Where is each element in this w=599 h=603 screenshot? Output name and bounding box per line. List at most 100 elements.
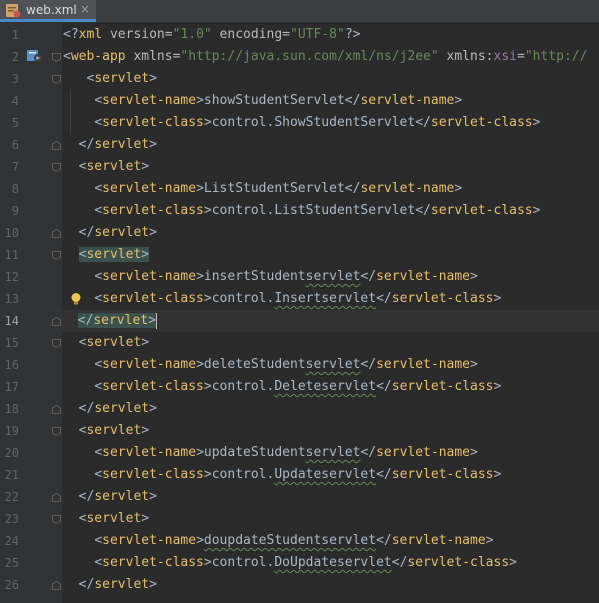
code-token: < — [94, 181, 103, 196]
code-token: > — [141, 247, 150, 262]
code-token: servlet-class — [430, 203, 533, 218]
code-token: < — [94, 533, 103, 548]
code-line[interactable]: <servlet-name>deleteStudentservlet</serv… — [63, 354, 478, 376]
fold-marker-icon[interactable] — [52, 53, 61, 62]
code-content: <servlet> — [78, 247, 150, 262]
code-line[interactable]: </servlet> — [63, 574, 157, 596]
fold-marker-icon[interactable] — [52, 317, 61, 326]
code-line[interactable]: <servlet> — [63, 244, 150, 266]
code-line[interactable]: <servlet-name>insertStudentservlet</serv… — [63, 266, 478, 288]
code-content: <servlet-name>insertStudentservlet</serv… — [94, 269, 478, 284]
close-icon[interactable]: × — [80, 2, 90, 16]
fold-marker-icon[interactable] — [52, 339, 61, 348]
code-line[interactable]: </servlet> — [62, 310, 599, 332]
line-number: 9 — [11, 204, 19, 218]
code-line[interactable]: <servlet> — [63, 508, 149, 530]
code-content: <servlet-name>updateStudentservlet</serv… — [94, 445, 478, 460]
code-line[interactable]: <servlet-class>control.Insertservlet</se… — [63, 288, 501, 310]
code-content: </servlet> — [79, 225, 157, 240]
fold-marker-icon[interactable] — [52, 581, 61, 590]
code-line[interactable]: <servlet> — [63, 156, 149, 178]
fold-marker-icon[interactable] — [52, 493, 61, 502]
code-token: servlet — [94, 225, 150, 240]
code-token: servlet-name — [391, 533, 486, 548]
text-caret — [155, 312, 157, 329]
code-token: DoUpdateservlet — [274, 555, 392, 570]
code-content: <web-app xmlns="http://java.sun.com/xml/… — [63, 49, 587, 64]
line-number: 19 — [4, 424, 19, 438]
code-token: Deleteservlet — [274, 379, 377, 394]
code-token: servlet-name — [102, 93, 197, 108]
code-token: servlet-class — [102, 115, 204, 130]
tab-web-xml[interactable]: web.xml × — [0, 0, 96, 22]
fold-marker-icon[interactable] — [52, 427, 61, 436]
code-token: servlet-name — [376, 269, 471, 284]
code-token: > — [509, 555, 517, 570]
indent-guide — [70, 90, 71, 134]
intention-bulb-icon[interactable] — [70, 292, 82, 306]
code-line[interactable]: <?xml version="1.0" encoding="UTF-8"?> — [63, 24, 360, 46]
code-content: <servlet-class>control.Updateservlet</se… — [94, 467, 501, 482]
code-line[interactable]: <servlet-name>ListStudentServlet</servle… — [63, 178, 462, 200]
code-token: servlet — [86, 335, 142, 350]
code-content: </servlet> — [77, 313, 156, 328]
code-line[interactable]: <servlet-class>control.Deleteservlet</se… — [63, 376, 501, 398]
code-content: <servlet> — [79, 511, 149, 526]
code-token: servlet-class — [391, 379, 494, 394]
line-number: 4 — [11, 94, 19, 108]
code-token: xsi — [493, 49, 517, 64]
code-content: <servlet-class>control.Deleteservlet</se… — [94, 379, 501, 394]
fold-marker-icon[interactable] — [52, 229, 61, 238]
web-xml-run-icon[interactable] — [27, 49, 43, 63]
code-token: < — [94, 269, 103, 284]
code-line[interactable]: <servlet-class>control.ShowStudentServle… — [63, 112, 540, 134]
code-token: >insertStudent — [196, 269, 306, 284]
code-line[interactable]: <servlet> — [63, 332, 149, 354]
code-line[interactable]: <servlet-class>control.Updateservlet</se… — [63, 464, 501, 486]
code-line[interactable]: <servlet-class>control.DoUpdateservlet</… — [63, 552, 517, 574]
code-token: servlet — [86, 423, 142, 438]
code-line[interactable]: <web-app xmlns="http://java.sun.com/xml/… — [63, 46, 587, 68]
code-line[interactable]: <servlet> — [63, 68, 156, 90]
code-token: servlet-class — [102, 467, 204, 482]
code-content: <servlet-class>control.Insertservlet</se… — [94, 291, 501, 306]
fold-marker-icon[interactable] — [52, 141, 61, 150]
code-token: servlet — [94, 401, 150, 416]
code-line[interactable]: <servlet-class>control.ListStudentServle… — [63, 200, 540, 222]
code-line[interactable]: <servlet-name>showStudentServlet</servle… — [63, 90, 462, 112]
fold-marker-icon[interactable] — [52, 515, 61, 524]
code-line[interactable]: </servlet> — [63, 134, 157, 156]
code-token: >control. — [203, 291, 275, 306]
code-line[interactable]: </servlet> — [63, 486, 157, 508]
code-token: servlet-class — [102, 379, 204, 394]
line-number: 16 — [4, 358, 19, 372]
code-token: > — [470, 269, 478, 284]
code-token: servlet-name — [102, 181, 197, 196]
code-token: Insertservlet — [274, 291, 377, 306]
code-content: <servlet-name>doupdateStudentservlet</se… — [94, 533, 493, 548]
fold-marker-icon[interactable] — [52, 163, 61, 172]
code-content: </servlet> — [79, 489, 157, 504]
code-token: servlet — [94, 577, 150, 592]
code-token: "http://java.sun.com/xml/ns/j2ee" — [180, 49, 439, 64]
code-token: servlet — [305, 445, 361, 460]
code-token: > — [454, 93, 463, 108]
code-token: </ — [78, 137, 95, 152]
code-line[interactable]: <servlet-name>doupdateStudentservlet</se… — [63, 530, 493, 552]
fold-marker-icon[interactable] — [52, 405, 61, 414]
code-line[interactable]: <servlet-name>updateStudentservlet</serv… — [63, 442, 478, 464]
code-line[interactable]: <servlet> — [63, 420, 149, 442]
code-line[interactable]: </servlet> — [63, 398, 157, 420]
code-token: > — [196, 533, 204, 548]
line-number: 15 — [4, 336, 19, 350]
code-line[interactable]: </servlet> — [63, 222, 157, 244]
fold-marker-icon[interactable] — [52, 251, 61, 260]
fold-marker-icon[interactable] — [52, 75, 61, 84]
